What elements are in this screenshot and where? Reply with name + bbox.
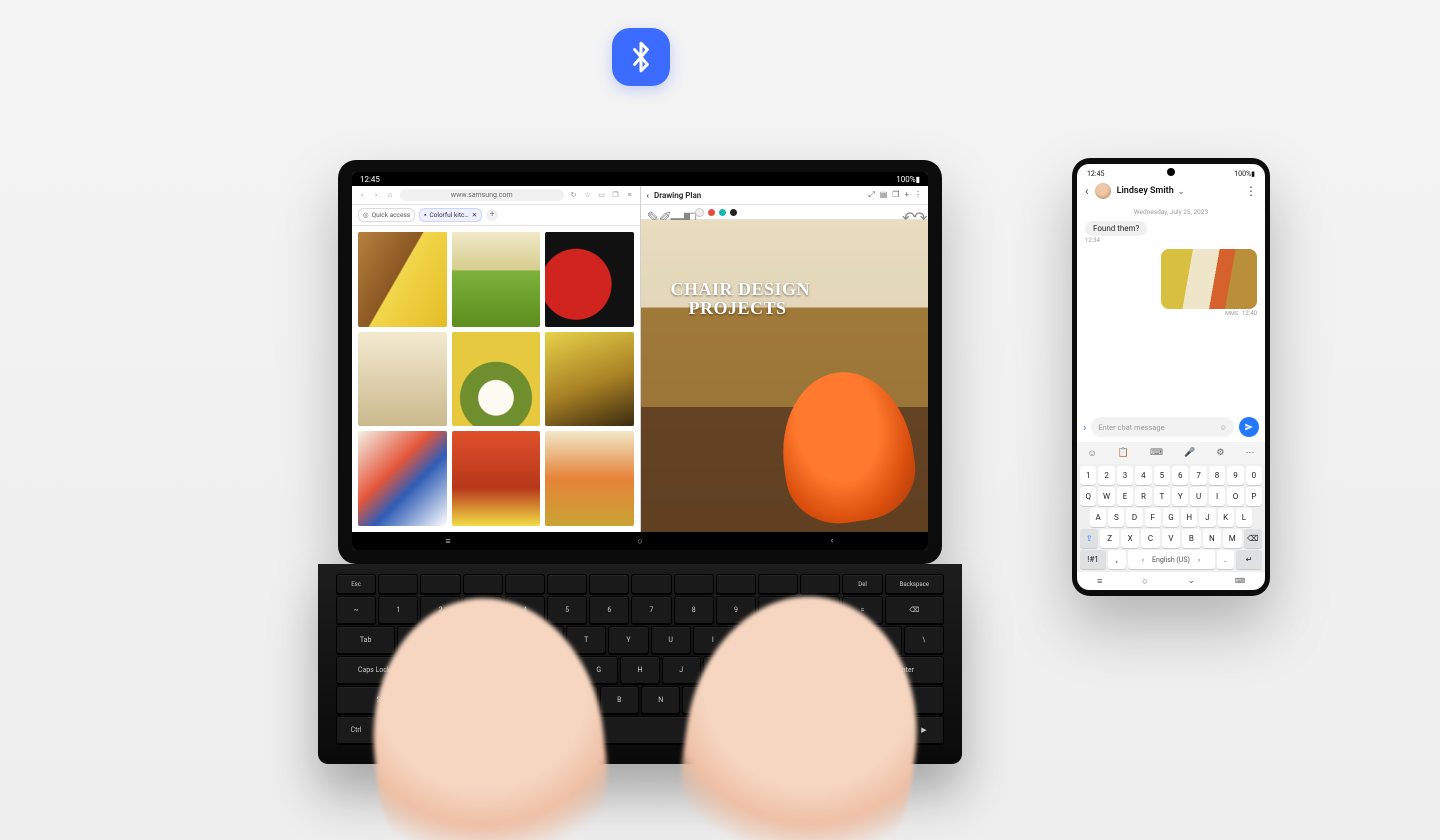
back-icon[interactable]: ‹ — [1085, 184, 1089, 198]
keyboard-icon[interactable]: ⌨ — [1235, 577, 1245, 585]
new-tab-button[interactable]: + — [486, 209, 498, 221]
backspace-key[interactable]: ⌫ — [1244, 529, 1262, 548]
outgoing-image-message[interactable]: MMS12:40 — [1161, 249, 1257, 317]
soft-keyboard[interactable]: 1234567890 QWERTYUIOP ASDFGHJKL ⇧ ZXCVBN… — [1077, 464, 1265, 572]
add-icon[interactable]: + — [904, 190, 909, 200]
back-nav-icon[interactable]: ‹ — [826, 535, 838, 547]
key-row-asdf: ASDFGHJKL — [1080, 508, 1262, 527]
compose-bar: › Enter chat message ☺ — [1077, 412, 1265, 442]
browser-toolbar: ‹ › ⌂ www.samsung.com ↻ ☆ ▭ ❐ ≡ — [352, 186, 640, 205]
tablet-battery: 100%▮ — [896, 175, 920, 184]
key-row-zxcv: ⇧ ZXCVBNM ⌫ — [1080, 529, 1262, 548]
mic-icon[interactable]: 🎤 — [1184, 448, 1195, 458]
read-icon[interactable]: ▤ — [880, 190, 888, 200]
color-teal[interactable] — [719, 209, 726, 216]
recents-icon[interactable]: ≡ — [1097, 576, 1102, 587]
expand-icon[interactable]: ⤢ — [868, 190, 874, 200]
back-icon[interactable]: ‹ — [647, 191, 649, 200]
message-input[interactable]: Enter chat message ☺ — [1091, 417, 1234, 437]
enter-key[interactable]: ↵ — [1236, 550, 1262, 569]
tab-quick-access[interactable]: ◎Quick access — [358, 208, 415, 222]
period-key[interactable]: . — [1217, 550, 1234, 569]
phone-screen: 12:45 100%▮ ‹ Lindsey Smith⌄ ⋮ Wednesday… — [1077, 164, 1265, 590]
color-black[interactable] — [730, 209, 737, 216]
avatar[interactable] — [1095, 183, 1111, 199]
bookmark-icon[interactable]: ▭ — [598, 191, 606, 199]
chevron-down-icon: ⌄ — [1178, 187, 1185, 196]
clipboard-icon[interactable]: 📋 — [1118, 448, 1129, 458]
pen-icon[interactable]: ✎ — [647, 208, 655, 216]
home-nav-icon[interactable]: ○ — [1142, 576, 1147, 587]
notes-pane: ‹ Drawing Plan ⤢ ▤ ❐ + ⋮ ✎ ✐ ▬ ◧ — [641, 186, 929, 532]
space-key[interactable]: ‹English (US)› — [1128, 550, 1215, 569]
keyboard-hide-icon[interactable]: ⌄ — [1187, 576, 1195, 586]
keyboard-toolbar: ☺ 📋 ⌨ 🎤 ⚙ ⋯ — [1077, 442, 1265, 464]
emoji-icon[interactable]: ☺ — [1219, 423, 1227, 432]
more-icon[interactable]: ⋯ — [1245, 448, 1254, 458]
redo-icon[interactable]: ↷ — [914, 208, 922, 216]
url-field[interactable]: www.samsung.com — [400, 189, 564, 201]
tabs-icon[interactable]: ❐ — [612, 191, 620, 199]
star-icon[interactable]: ☆ — [584, 191, 592, 199]
msg-time: 12:34 — [1085, 237, 1100, 244]
more-icon[interactable]: ⋮ — [1245, 184, 1257, 198]
bluetooth-icon — [612, 28, 670, 86]
phone-battery: 100%▮ — [1234, 170, 1255, 178]
message-thumbnail — [1161, 249, 1257, 309]
note-canvas[interactable]: CHAIR DESIGN PROJECTS — [641, 220, 929, 532]
tablet-time: 12:45 — [360, 175, 380, 184]
tablet-nav-bar: ≡ ○ ‹ — [352, 532, 928, 550]
highlighter-icon[interactable]: ▬ — [671, 208, 679, 216]
incoming-message[interactable]: Found them? — [1085, 221, 1147, 236]
phone-device: 12:45 100%▮ ‹ Lindsey Smith⌄ ⋮ Wednesday… — [1072, 158, 1270, 596]
symbol-key[interactable]: !#1 — [1080, 550, 1106, 569]
handwritten-annotation: CHAIR DESIGN PROJECTS — [671, 280, 811, 318]
home-nav-icon[interactable]: ○ — [634, 535, 646, 547]
forward-icon[interactable]: › — [372, 191, 380, 199]
keyboard-mode-icon[interactable]: ⌨ — [1150, 448, 1163, 458]
color-red[interactable] — [708, 209, 715, 216]
contact-name[interactable]: Lindsey Smith⌄ — [1117, 186, 1185, 196]
notes-header: ‹ Drawing Plan ⤢ ▤ ❐ + ⋮ — [641, 186, 929, 205]
comma-key[interactable]: , — [1108, 550, 1125, 569]
key-row-numbers: 1234567890 — [1080, 466, 1262, 485]
undo-icon[interactable]: ↶ — [902, 208, 910, 216]
tablet-device: 12:45 100%▮ ‹ › ⌂ www.samsung.com ↻ ☆ ▭ … — [338, 160, 942, 564]
tablet-screen: 12:45 100%▮ ‹ › ⌂ www.samsung.com ↻ ☆ ▭ … — [352, 172, 928, 550]
more-icon[interactable]: ⋮ — [914, 190, 922, 200]
pencil-icon[interactable]: ✐ — [659, 208, 667, 216]
notes-toolbar: ✎ ✐ ▬ ◧ ↶ ↷ — [641, 205, 929, 220]
color-white[interactable] — [695, 208, 704, 217]
gear-icon[interactable]: ⚙ — [1216, 448, 1224, 458]
page-icon[interactable]: ❐ — [892, 190, 899, 200]
eraser-icon[interactable]: ◧ — [683, 208, 691, 216]
send-button[interactable] — [1239, 417, 1259, 437]
note-title: Drawing Plan — [654, 191, 701, 200]
phone-nav-bar: ≡ ○ ⌄ ⌨ — [1077, 572, 1265, 590]
reload-icon[interactable]: ↻ — [570, 191, 578, 199]
expand-icon[interactable]: › — [1083, 421, 1086, 434]
browser-pane: ‹ › ⌂ www.samsung.com ↻ ☆ ▭ ❐ ≡ ◎Quick a… — [352, 186, 641, 532]
front-camera — [1167, 168, 1175, 176]
key-row-qwerty: QWERTYUIOP — [1080, 487, 1262, 506]
phone-time: 12:45 — [1087, 170, 1104, 178]
tablet-status-bar: 12:45 100%▮ — [352, 172, 928, 186]
recents-icon[interactable]: ≡ — [442, 535, 454, 547]
browser-tabs: ◎Quick access ▪Colorful kitc…✕ + — [352, 205, 640, 226]
chat-header: ‹ Lindsey Smith⌄ ⋮ — [1077, 178, 1265, 204]
image-gallery[interactable] — [352, 226, 640, 532]
chair-photo — [772, 364, 922, 531]
shift-key[interactable]: ⇧ — [1080, 529, 1098, 548]
back-icon[interactable]: ‹ — [358, 191, 366, 199]
menu-icon[interactable]: ≡ — [626, 191, 634, 199]
emoji-icon[interactable]: ☺ — [1088, 448, 1097, 459]
chat-body[interactable]: Wednesday, July 25, 2023 Found them? 12:… — [1077, 204, 1265, 412]
tab-active[interactable]: ▪Colorful kitc…✕ — [419, 208, 482, 222]
chat-date: Wednesday, July 25, 2023 — [1134, 208, 1208, 216]
key-row-space: !#1 , ‹English (US)› . ↵ — [1080, 550, 1262, 569]
home-icon[interactable]: ⌂ — [386, 191, 394, 199]
